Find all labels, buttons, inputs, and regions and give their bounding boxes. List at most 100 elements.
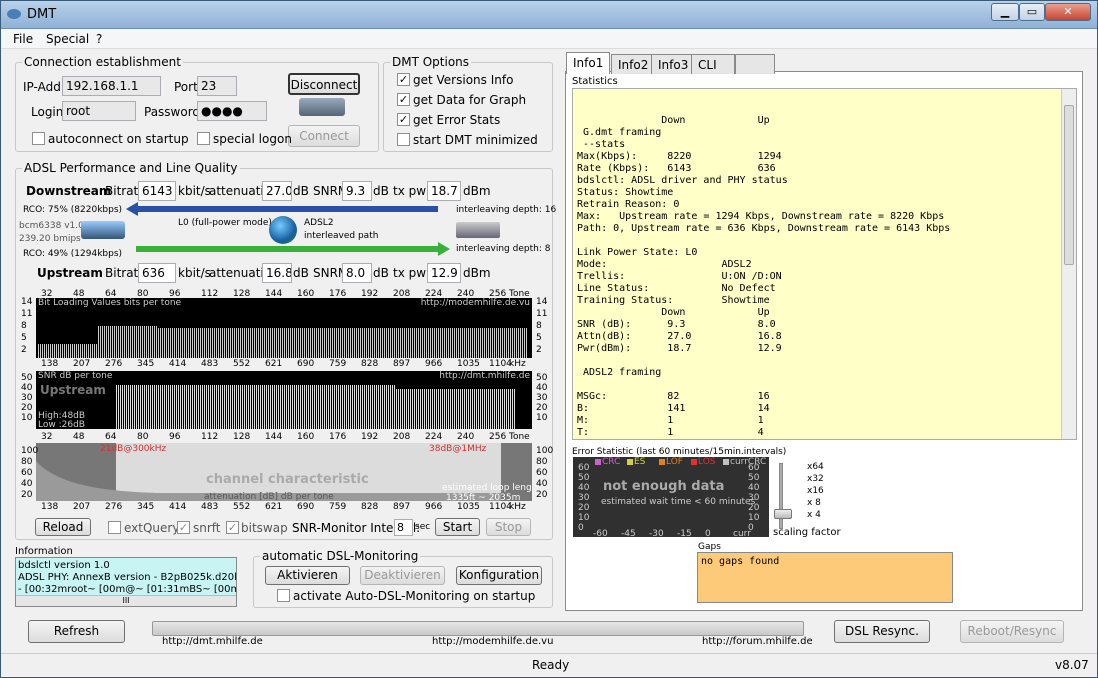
statistics-scroll-thumb[interactable] [1064,105,1074,265]
connect-button[interactable]: Connect [288,125,360,147]
statistics-scrollbar[interactable] [1061,89,1076,439]
snr-bar [192,385,193,429]
scaling-slider-track[interactable] [779,463,783,529]
tick-tones-2-8: 160 [297,432,315,442]
scaling-slider-thumb[interactable] [774,509,792,519]
snr-bar [336,385,337,429]
tick-tones-2-6: 128 [233,432,251,442]
wait-time-label: estimated wait time < 60 minutes [601,497,756,507]
login-input[interactable]: root [62,101,136,121]
extquery-checkbox[interactable] [108,521,121,534]
tab-blank[interactable] [735,54,775,74]
maximize-button[interactable]: ▭ [1019,3,1045,21]
port-input[interactable]: 23 [197,76,237,96]
info-hscrollbar[interactable]: III [16,595,236,606]
opt-graph-checkbox[interactable]: ✓ [397,93,410,106]
bit-bar [258,328,259,358]
error-chart: CRC ES LOF LOS currCRC not enough data estim… [573,457,769,537]
dsl-resync-button[interactable]: DSL Resync. [834,620,930,643]
reload-button[interactable]: Reload [35,518,91,536]
snr-bar [224,385,225,429]
tab-info1[interactable]: Info1 [566,52,611,74]
stop-button[interactable]: Stop [486,518,531,536]
special-logon-checkbox[interactable] [197,132,210,145]
snr-bar [402,389,403,429]
chy-l-1: 80 [21,457,33,467]
ip-input[interactable]: 192.168.1.1 [62,76,161,96]
minimize-button[interactable]: ▁ [991,3,1019,21]
snr-bar [390,385,391,429]
snr-bar [366,385,367,429]
configuration-button[interactable]: Konfiguration [456,566,542,585]
snry-r-4: 10 [536,413,548,423]
menu-file[interactable]: File [13,32,33,46]
tick-tones-2-12: 224 [425,432,443,442]
bit-bar [38,344,39,358]
tick-khz-1-5: 483 [201,359,219,369]
snr-bar [302,385,303,429]
bit-bar [370,328,371,358]
link-forum[interactable]: http://forum.mhilfe.de [702,636,813,647]
rco-down: RCO: 75% (8220kbps) [23,205,123,215]
close-button[interactable]: ✕ [1045,3,1091,21]
snr-bar [120,385,121,429]
snr-bar [244,385,245,429]
tab-info3[interactable]: Info3 [651,54,696,74]
snr-bar [322,385,323,429]
start-button[interactable]: Start [435,518,480,536]
auto-startup-checkbox[interactable] [277,589,290,602]
snr-bar [432,389,433,429]
refresh-button[interactable]: Refresh [28,620,125,643]
opt-versions-checkbox[interactable]: ✓ [397,73,410,86]
bit-bar [492,328,493,358]
autoconnect-checkbox[interactable] [32,132,45,145]
loop-length-value: 1335ft ~ 2035m [446,493,521,501]
snr-interval-input[interactable]: 8 [394,519,413,536]
chy-r-0: 100 [536,446,554,456]
bit-bar [202,328,203,358]
tick-tones-2-0: 32 [41,432,53,442]
disconnect-button[interactable]: Disconnect [288,73,360,95]
tick-khz-1-10: 828 [361,359,379,369]
snr-bar [166,385,167,429]
bit-bar [392,328,393,358]
tick-tones-2-2: 64 [105,432,117,442]
snr-bar [492,389,493,429]
opt-errors-checkbox[interactable]: ✓ [397,113,410,126]
information-box[interactable]: bdslctl version 1.0 ADSL PHY: AnnexB ver… [15,557,237,607]
snr-low: Low :26dB [38,420,85,429]
snr-bar [364,385,365,429]
snr-bar [352,385,353,429]
snr-bar [456,389,457,429]
menu-special[interactable]: Special [46,32,89,46]
activate-button[interactable]: Aktivieren [265,566,350,585]
bit-bar [464,328,465,358]
snr-bar [260,385,261,429]
statistics-text: Down Up G.dmt framing --stats Max(Kbps):… [572,88,1077,440]
err-x-5: curr [733,529,751,539]
snrft-checkbox[interactable]: ✓ [177,521,190,534]
opt-minimized-checkbox[interactable] [397,133,410,146]
tab-info2[interactable]: Info2 [611,54,656,74]
menu-help[interactable]: ? [96,32,102,46]
tab-cli[interactable]: CLI [691,54,735,74]
password-input[interactable]: ●●●● [197,101,267,121]
bit-bar [140,326,141,358]
link-dmt[interactable]: http://dmt.mhilfe.de [162,636,263,647]
legend-swatch-1 [627,459,633,465]
deactivate-button[interactable]: Deaktivieren [360,566,445,585]
bit-bar [510,328,511,358]
snr-bar [194,385,195,429]
snr-bar [378,385,379,429]
snr-bar [288,385,289,429]
reboot-resync-button[interactable]: Reboot/Resync [960,620,1064,643]
bit-bar [382,328,383,358]
info-line-2: ADSL PHY: AnnexB version - B2pB025k.d20k… [18,572,237,583]
link-modemhilfe[interactable]: http://modemhilfe.de.vu [432,636,553,647]
bit-bar [456,328,457,358]
bit-bar [170,328,171,358]
tick-tones-2-15: Tone [509,432,530,442]
bitswap-checkbox[interactable]: ✓ [226,521,239,534]
tick-khz-1-11: 897 [393,359,411,369]
bit-bar [200,328,201,358]
